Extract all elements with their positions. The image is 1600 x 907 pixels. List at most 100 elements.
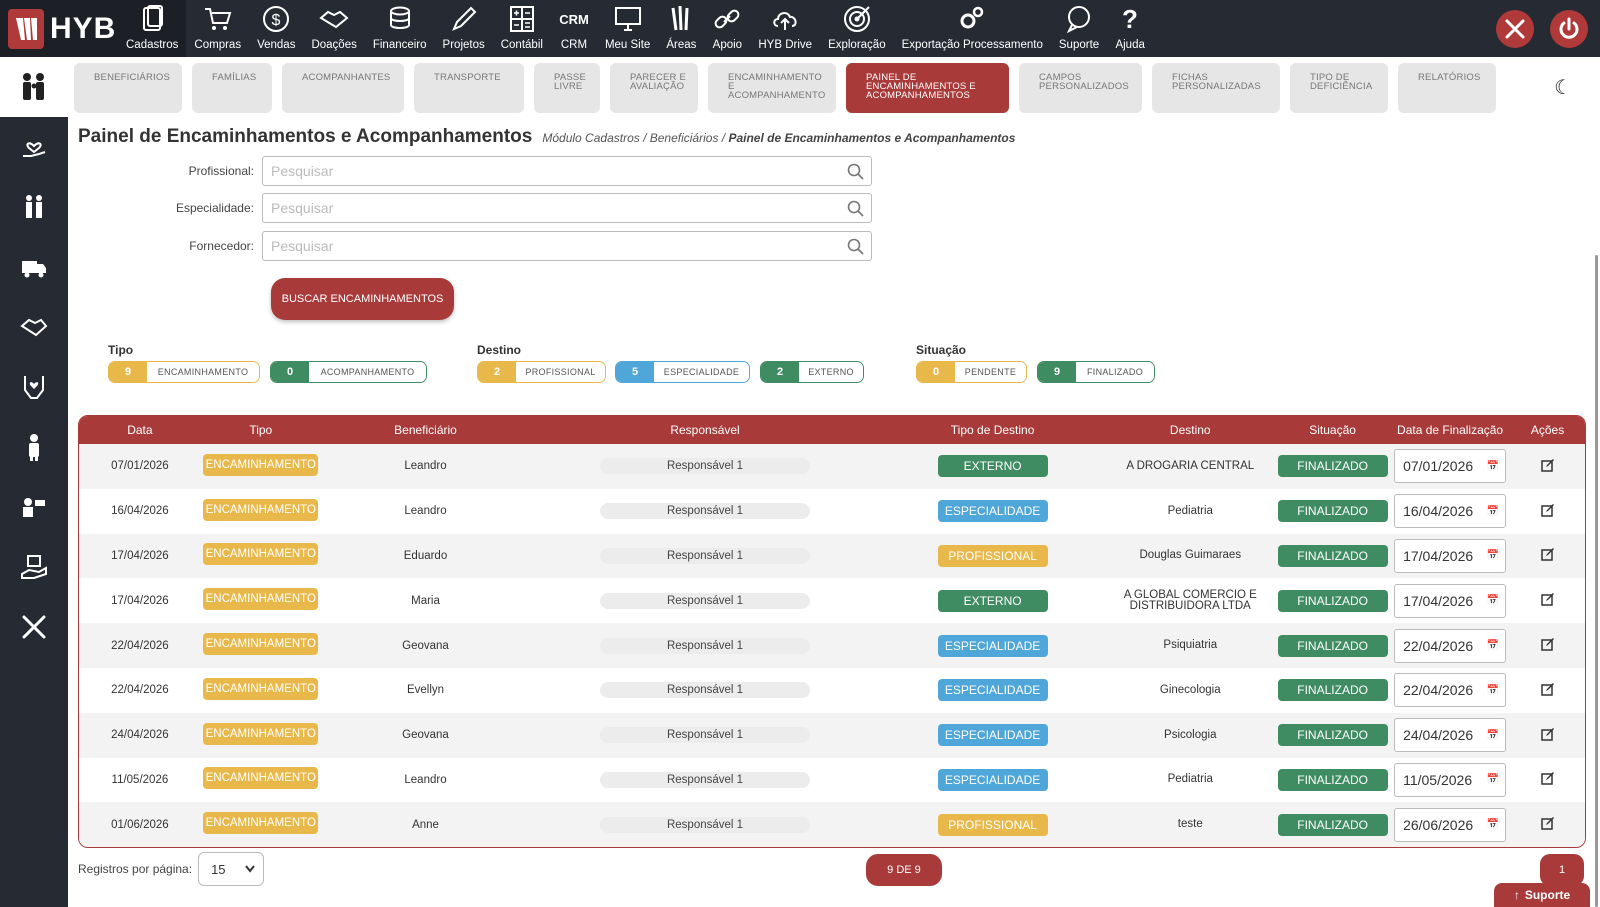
nav-item-compras[interactable]: Compras bbox=[186, 0, 249, 57]
column-header[interactable]: Tipo de Destino bbox=[880, 416, 1106, 444]
page-1-button[interactable]: 1 bbox=[1540, 854, 1584, 886]
profissional-search-input[interactable] bbox=[271, 163, 831, 179]
sidebar-item-transport[interactable] bbox=[0, 237, 68, 297]
subtab-10[interactable]: FICHAS PERSONALIZADAS bbox=[1152, 63, 1280, 113]
sidebar-item-people[interactable] bbox=[0, 57, 68, 117]
subtab-8[interactable]: PAINEL DE ENCAMINHAMENTOS E ACOMPANHAMEN… bbox=[846, 63, 1009, 113]
per-page-select[interactable]: 15 bbox=[198, 852, 265, 886]
calendar-icon[interactable]: 📅 bbox=[1487, 640, 1499, 651]
page-scrollbar[interactable] bbox=[1595, 255, 1598, 907]
edit-icon[interactable] bbox=[1540, 637, 1555, 651]
finalization-date-input[interactable]: 11/05/2026 📅 bbox=[1394, 762, 1507, 797]
nav-item-cadastros[interactable]: Cadastros bbox=[118, 0, 187, 57]
column-header[interactable]: Responsável bbox=[530, 416, 880, 444]
profissional-field[interactable] bbox=[262, 156, 872, 186]
finalization-date-input[interactable]: 22/04/2026 📅 bbox=[1394, 628, 1507, 663]
calendar-icon[interactable]: 📅 bbox=[1487, 550, 1499, 561]
nav-item-crm[interactable]: CRM CRM bbox=[551, 0, 597, 57]
subtab-12[interactable]: RELATÓRIOS bbox=[1398, 63, 1496, 113]
edit-icon[interactable] bbox=[1540, 503, 1555, 517]
nav-item-financeiro[interactable]: Financeiro bbox=[365, 0, 435, 57]
subtab-1[interactable]: BENEFICIÁRIOS bbox=[74, 63, 182, 113]
subtab-7[interactable]: ENCAMINHAMENTO E ACOMPANHAMENTO bbox=[708, 63, 836, 113]
fornecedor-field[interactable] bbox=[262, 231, 872, 261]
column-header[interactable]: Beneficiário bbox=[321, 416, 531, 444]
finalization-date-input[interactable]: 24/04/2026 📅 bbox=[1394, 718, 1507, 753]
sidebar-item-family[interactable] bbox=[0, 177, 68, 237]
sidebar-item-professional[interactable] bbox=[0, 417, 68, 477]
sidebar-item-support[interactable] bbox=[0, 357, 68, 417]
nav-item-ajuda[interactable]: ? Ajuda bbox=[1107, 0, 1153, 57]
nav-item-projetos[interactable]: Projetos bbox=[435, 0, 493, 57]
calendar-icon[interactable]: 📅 bbox=[1487, 595, 1499, 606]
calendar-icon[interactable]: 📅 bbox=[1487, 461, 1499, 472]
column-header[interactable]: Destino bbox=[1105, 416, 1275, 444]
tipo-encaminhamento-badge[interactable]: 9 ENCAMINHAMENTO bbox=[108, 361, 260, 383]
nav-item-suporte[interactable]: Suporte bbox=[1051, 0, 1107, 57]
dark-mode-toggle-icon[interactable]: ☾ bbox=[1554, 75, 1572, 100]
breadcrumb-path[interactable]: Módulo Cadastros / Beneficiários / bbox=[542, 131, 728, 145]
tipo-acompanhamento-badge[interactable]: 0 ACOMPANHAMENTO bbox=[270, 361, 427, 383]
nav-item-exportação-processamento[interactable]: Exportação Processamento bbox=[894, 0, 1051, 57]
sidebar-item-services[interactable] bbox=[0, 477, 68, 537]
edit-icon[interactable] bbox=[1540, 592, 1555, 607]
settings-tools-button[interactable] bbox=[1496, 9, 1534, 48]
column-header[interactable]: Data de Finalização bbox=[1390, 416, 1510, 444]
nav-item-doações[interactable]: Doações bbox=[303, 0, 364, 57]
especialidade-search-input[interactable] bbox=[271, 200, 831, 216]
especialidade-field[interactable] bbox=[262, 193, 872, 223]
nav-item-meu-site[interactable]: Meu Site bbox=[597, 0, 658, 57]
nav-item-áreas[interactable]: Áreas bbox=[658, 0, 704, 57]
subtab-3[interactable]: ACOMPANHANTES bbox=[282, 63, 404, 113]
finalization-date-input[interactable]: 22/04/2026 📅 bbox=[1394, 673, 1507, 708]
calendar-icon[interactable]: 📅 bbox=[1487, 730, 1499, 741]
subtab-6[interactable]: PARECER E AVALIAÇÃO bbox=[610, 63, 698, 113]
subtab-9[interactable]: CAMPOS PERSONALIZADOS bbox=[1019, 63, 1142, 113]
destino-profissional-badge[interactable]: 2 PROFISSIONAL bbox=[477, 361, 606, 383]
subtab-4[interactable]: TRANSPORTE bbox=[414, 63, 524, 113]
edit-icon[interactable] bbox=[1540, 771, 1555, 786]
situacao-pendente-badge[interactable]: 0 PENDENTE bbox=[916, 361, 1027, 383]
edit-icon[interactable] bbox=[1540, 458, 1555, 472]
edit-icon[interactable] bbox=[1540, 547, 1555, 562]
subtab-2[interactable]: FAMÍLIAS bbox=[192, 63, 272, 113]
edit-icon[interactable] bbox=[1540, 727, 1555, 741]
edit-icon[interactable] bbox=[1540, 816, 1555, 831]
sidebar-item-care[interactable] bbox=[0, 117, 68, 177]
finalization-date-input[interactable]: 17/04/2026 📅 bbox=[1394, 538, 1507, 573]
calendar-icon[interactable]: 📅 bbox=[1487, 506, 1499, 517]
nav-item-apoio[interactable]: Apoio bbox=[704, 0, 750, 57]
sidebar-item-donations[interactable] bbox=[0, 537, 68, 597]
calendar-icon[interactable]: 📅 bbox=[1487, 685, 1499, 696]
logout-button[interactable] bbox=[1550, 9, 1588, 48]
situacao-finalizado-badge[interactable]: 9 FINALIZADO bbox=[1037, 361, 1155, 383]
calendar-icon[interactable]: 📅 bbox=[1487, 774, 1499, 785]
search-icon[interactable] bbox=[847, 200, 865, 218]
destino-externo-badge[interactable]: 2 EXTERNO bbox=[760, 361, 864, 383]
nav-item-hyb-drive[interactable]: HYB Drive bbox=[750, 0, 820, 57]
finalization-date-input[interactable]: 26/06/2026 📅 bbox=[1394, 807, 1507, 842]
destino-especialidade-badge[interactable]: 5 ESPECIALIDADE bbox=[615, 361, 750, 383]
sidebar-item-partnership[interactable] bbox=[0, 297, 68, 357]
search-icon[interactable] bbox=[847, 163, 865, 181]
column-header[interactable]: Tipo bbox=[201, 416, 321, 444]
column-header[interactable]: Data bbox=[79, 416, 201, 444]
nav-item-exploração[interactable]: Exploração bbox=[820, 0, 894, 57]
column-header[interactable]: Ações bbox=[1510, 416, 1585, 444]
support-button[interactable]: ↑ Suporte bbox=[1494, 883, 1590, 907]
nav-item-contábil[interactable]: Contábil bbox=[493, 0, 551, 57]
finalization-date-input[interactable]: 17/04/2026 📅 bbox=[1394, 583, 1507, 618]
edit-icon[interactable] bbox=[1540, 682, 1555, 696]
finalization-date-input[interactable]: 07/01/2026 📅 bbox=[1394, 449, 1507, 484]
search-referrals-button[interactable]: BUSCAR ENCAMINHAMENTOS bbox=[271, 278, 454, 320]
sidebar-item-tools[interactable] bbox=[0, 597, 68, 657]
subtab-11[interactable]: TIPO DE DEFICIÊNCIA bbox=[1290, 63, 1388, 113]
column-header[interactable]: Situação bbox=[1275, 416, 1390, 444]
calendar-icon[interactable]: 📅 bbox=[1487, 819, 1499, 830]
search-icon[interactable] bbox=[847, 238, 865, 256]
fornecedor-search-input[interactable] bbox=[271, 238, 831, 254]
finalization-date-input[interactable]: 16/04/2026 📅 bbox=[1394, 494, 1507, 529]
hyb-logo[interactable]: HYB bbox=[0, 0, 118, 57]
nav-item-vendas[interactable]: $ Vendas bbox=[249, 0, 303, 57]
subtab-5[interactable]: PASSE LIVRE bbox=[534, 63, 600, 113]
